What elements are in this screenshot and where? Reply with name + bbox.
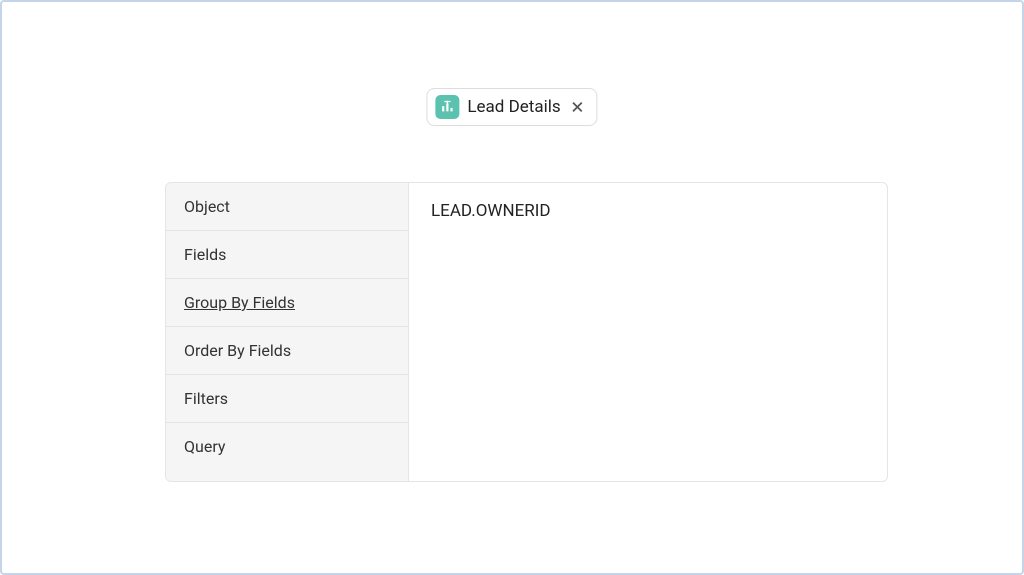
sidebar-item-label: Group By Fields [184, 293, 295, 312]
sidebar-item-label: Fields [184, 245, 226, 264]
sidebar-item-label: Order By Fields [184, 341, 291, 360]
sidebar-item-order-by-fields[interactable]: Order By Fields [166, 327, 408, 375]
sidebar: Object Fields Group By Fields Order By F… [166, 183, 409, 481]
chip-label: Lead Details [467, 97, 560, 117]
sidebar-item-filters[interactable]: Filters [166, 375, 408, 423]
close-button[interactable] [569, 98, 587, 116]
sidebar-item-fields[interactable]: Fields [166, 231, 408, 279]
content-value: LEAD.OWNERID [431, 201, 551, 221]
sidebar-item-query[interactable]: Query [166, 423, 408, 470]
sidebar-item-label: Object [184, 197, 230, 216]
report-icon [435, 95, 459, 119]
content-area: LEAD.OWNERID [409, 183, 887, 481]
sidebar-item-group-by-fields[interactable]: Group By Fields [166, 279, 408, 327]
sidebar-item-object[interactable]: Object [166, 183, 408, 231]
sidebar-item-label: Filters [184, 389, 228, 408]
details-panel: Object Fields Group By Fields Order By F… [165, 182, 888, 482]
close-icon [571, 100, 585, 114]
lead-details-chip: Lead Details [426, 88, 597, 126]
sidebar-item-label: Query [184, 437, 225, 456]
